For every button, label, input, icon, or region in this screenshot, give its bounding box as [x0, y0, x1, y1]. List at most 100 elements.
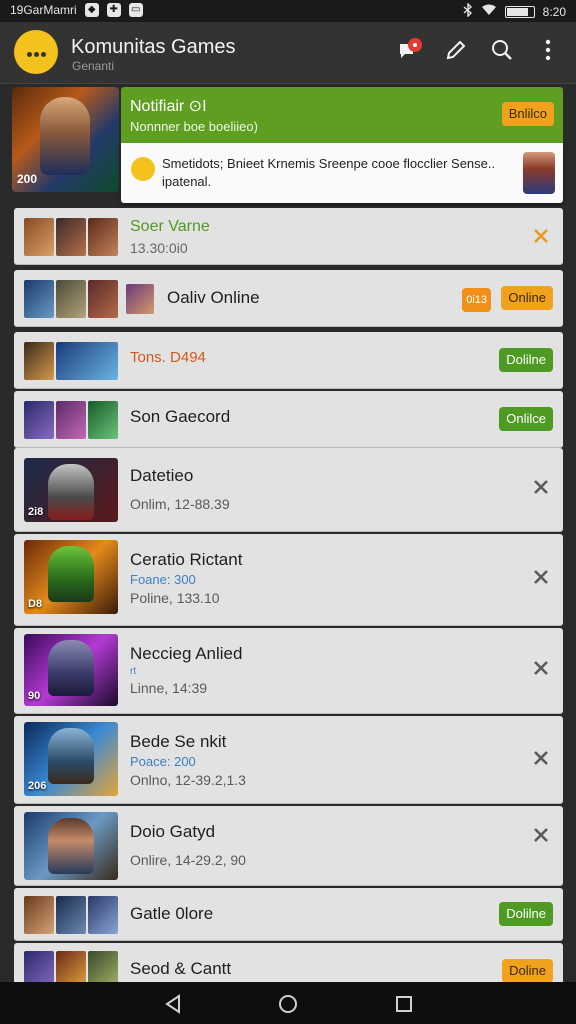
- game-detail: Onlire, 14-29.2, 90: [130, 852, 246, 868]
- game-detail: Onlno, 12-39.2,1.3: [130, 772, 246, 788]
- app-title: Komunitas Games: [71, 36, 236, 58]
- game-thumbnail: [24, 896, 54, 934]
- game-name: Seod & Cantt: [130, 959, 232, 978]
- featured-message-text: Smetidots; Bnieet Krnemis Sreenpe cooe f…: [162, 156, 496, 189]
- list-item[interactable]: D8 Ceratio Rictant Foane: 300 Poline, 13…: [14, 534, 563, 626]
- notification-game-icon: ✚: [106, 3, 121, 17]
- count-badge: 0i13: [462, 288, 491, 312]
- app-bar: Komunitas Games Genanti: [0, 22, 576, 84]
- navigation-bar: [0, 982, 576, 1024]
- app-subtitle: Genanti: [72, 59, 115, 73]
- list-item[interactable]: Seod & Cantt Doline: [14, 943, 563, 982]
- emoji-icon: [131, 157, 155, 181]
- recents-icon[interactable]: [393, 993, 415, 1015]
- game-meta: rt: [130, 666, 137, 677]
- close-icon[interactable]: [531, 567, 551, 587]
- carrier-label: 19GarMamri: [10, 3, 77, 17]
- list-item[interactable]: Gatle 0lore Dolilne: [14, 888, 563, 941]
- game-name: Ceratio Rictant: [130, 550, 243, 569]
- close-icon[interactable]: [531, 226, 551, 246]
- close-icon[interactable]: [531, 477, 551, 497]
- avatar[interactable]: [523, 152, 555, 194]
- thumb-badge: 206: [28, 780, 47, 792]
- status-badge[interactable]: Doline: [502, 959, 553, 982]
- close-icon[interactable]: [531, 658, 551, 678]
- game-thumbnail: [24, 342, 54, 380]
- game-name: Doio Gatyd: [130, 822, 216, 841]
- more-vert-icon[interactable]: [534, 36, 562, 64]
- edit-icon[interactable]: [442, 36, 470, 64]
- featured-title: Notifiair ⊙I: [130, 98, 207, 115]
- game-thumbnail: [24, 401, 54, 439]
- featured-banner: Notifiair ⊙I Nonnner boe boeliieo) Bnlil…: [121, 87, 563, 143]
- game-name: Bede Se nkit: [130, 732, 227, 751]
- game-thumbnail: [56, 951, 86, 982]
- game-name: Neccieg Anlied: [130, 644, 243, 663]
- list-item[interactable]: Tons. D494 Dolilne: [14, 332, 563, 389]
- featured-status-badge[interactable]: Bnlilco: [501, 102, 554, 126]
- game-thumbnail: [88, 896, 118, 934]
- game-thumbnail: 2i8: [24, 458, 118, 522]
- game-thumbnail: [56, 401, 86, 439]
- thumb-badge: 2i8: [28, 506, 44, 518]
- game-thumbnail: [88, 951, 118, 982]
- featured-message[interactable]: Smetidots; Bnieet Krnemis Sreenpe cooe f…: [121, 143, 563, 203]
- back-icon[interactable]: [162, 993, 184, 1015]
- avatar: [126, 284, 154, 314]
- thumb-badge: D8: [28, 598, 43, 610]
- battery-icon: [504, 5, 535, 18]
- list-item[interactable]: 2i8 Datetieo Onlim, 12-88.39: [14, 448, 563, 532]
- featured-thumbnail[interactable]: 200: [12, 87, 119, 192]
- close-icon[interactable]: [531, 825, 551, 845]
- game-meta: Foane: 300: [130, 572, 196, 587]
- game-thumbnail: [56, 280, 86, 318]
- game-thumbnail: D8: [24, 540, 118, 614]
- list-item[interactable]: Soer Varne 13.30:0i0: [14, 208, 563, 265]
- status-badge[interactable]: Dolilne: [499, 902, 553, 926]
- game-detail: Onlim, 12-88.39: [130, 496, 230, 512]
- game-detail: Linne, 14:39: [130, 680, 208, 696]
- game-name: Datetieo: [130, 466, 194, 485]
- chat-notification-icon[interactable]: [396, 36, 424, 64]
- list-item[interactable]: Son Gaecord Onlilce: [14, 391, 563, 448]
- game-thumbnail: [88, 218, 118, 256]
- list-item[interactable]: Oaliv Online 0i13 Online: [14, 270, 563, 327]
- featured-subtitle: Nonnner boe boeliieo): [130, 119, 258, 134]
- game-thumbnail: 206: [24, 722, 118, 796]
- notification-app-icon: ◆: [84, 3, 99, 17]
- home-icon[interactable]: [277, 993, 299, 1015]
- game-detail: 13.30:0i0: [130, 240, 188, 256]
- thumb-badge: 90: [28, 690, 41, 702]
- game-name: Gatle 0lore: [130, 904, 214, 923]
- game-thumbnail: [88, 280, 118, 318]
- status-badge[interactable]: Online: [501, 286, 553, 310]
- search-icon[interactable]: [488, 36, 516, 64]
- game-thumbnail: [56, 896, 86, 934]
- game-name: Tons. D494: [130, 349, 206, 366]
- game-name: Son Gaecord: [130, 407, 231, 426]
- game-thumbnail: [88, 401, 118, 439]
- game-thumbnail: [56, 218, 86, 256]
- game-thumbnail: [24, 812, 118, 880]
- bluetooth-icon: [463, 2, 473, 20]
- game-list: Soer Varne 13.30:0i0 Oaliv Online 0i13 O…: [12, 208, 563, 982]
- status-badge[interactable]: Dolilne: [499, 348, 553, 372]
- app-logo-icon: [14, 30, 58, 74]
- game-name: Oaliv Online: [167, 288, 260, 307]
- close-icon[interactable]: [531, 748, 551, 768]
- featured-thumb-badge: 200: [17, 172, 38, 186]
- list-item[interactable]: 90 Neccieg Anlied rt Linne, 14:39: [14, 628, 563, 714]
- wifi-icon: [481, 4, 497, 19]
- featured-card[interactable]: 200 Notifiair ⊙I Nonnner boe boeliieo) B…: [12, 87, 563, 205]
- game-thumbnail: [56, 342, 118, 380]
- clock-label: 8:20: [542, 4, 566, 19]
- status-bar: 19GarMamri ◆ ✚ ▭ 8:20: [0, 0, 576, 22]
- notification-message-icon: ▭: [128, 3, 143, 17]
- game-thumbnail: [24, 218, 54, 256]
- list-item[interactable]: Doio Gatyd Onlire, 14-29.2, 90: [14, 806, 563, 886]
- list-item[interactable]: 206 Bede Se nkit Poace: 200 Onlno, 12-39…: [14, 716, 563, 804]
- game-thumbnail: [24, 951, 54, 982]
- game-detail: Poline, 133.10: [130, 590, 220, 606]
- status-badge[interactable]: Onlilce: [499, 407, 553, 431]
- game-meta: Poace: 200: [130, 754, 196, 769]
